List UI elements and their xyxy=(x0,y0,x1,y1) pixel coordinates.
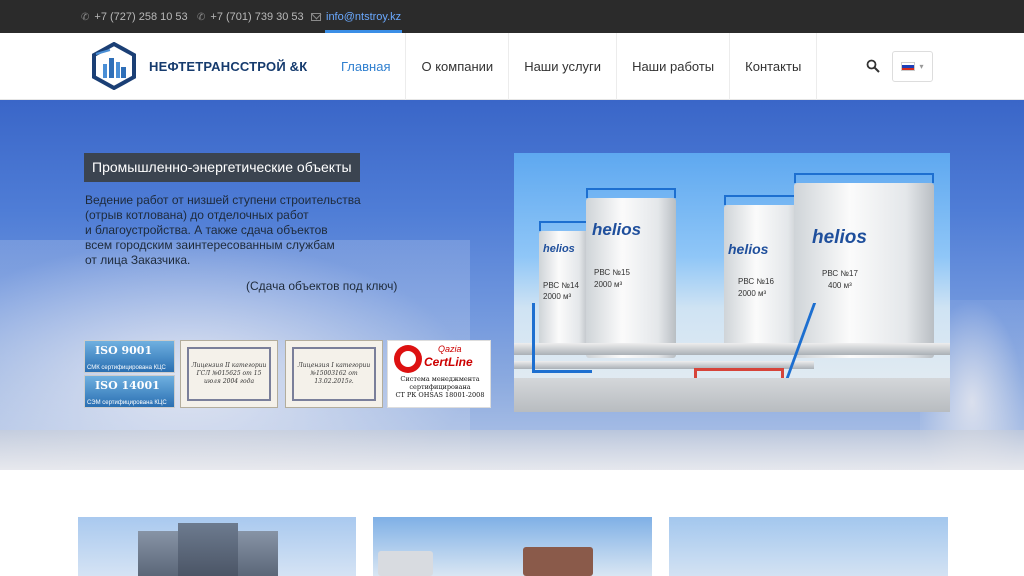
iso-9001-label: ISO 9001 xyxy=(95,344,153,357)
hero-section: Промышленно-энергетические объекты Веден… xyxy=(0,100,1024,470)
tank-14-brand: helios xyxy=(543,243,575,255)
brand-name[interactable]: НЕФТЕТРАНССТРОЙ &К xyxy=(149,59,307,74)
top-bar: ✆ +7 (727) 258 10 53 ✆ +7 (701) 739 30 5… xyxy=(0,0,1024,33)
nav-contacts[interactable]: Контакты xyxy=(729,33,818,100)
iso-9001-caption: СМК сертифицирована КЦС xyxy=(87,365,166,371)
license-2-line: №15003162 от 13.02.2015г. xyxy=(310,370,358,385)
license-1-line: Лицензия II категории xyxy=(191,362,267,369)
phone2-text: +7 (701) 739 30 53 xyxy=(210,11,304,23)
company-logo[interactable] xyxy=(90,42,138,90)
nav-about[interactable]: О компании xyxy=(405,33,508,100)
certline-line: Система менеджмента xyxy=(400,375,480,383)
phone1-link[interactable]: ✆ +7 (727) 258 10 53 xyxy=(81,11,188,23)
hero-desc-line: всем городским заинтересованным службам xyxy=(85,238,335,252)
tank-14-volume: 2000 м³ xyxy=(543,292,572,301)
tank-15-brand: helios xyxy=(592,220,642,239)
tank-image xyxy=(523,547,593,576)
hero-bg-decoration xyxy=(0,430,1024,470)
certline-line: сертифицирована xyxy=(409,383,471,391)
work-card-sky[interactable] xyxy=(669,517,948,576)
search-icon[interactable] xyxy=(866,59,880,73)
nav-services[interactable]: Наши услуги xyxy=(508,33,616,100)
envelope-icon xyxy=(311,13,321,21)
oil-tanks-photo: helios РВС №14 2000 м³ helios РВС №15 20… xyxy=(514,153,950,412)
works-preview-row xyxy=(0,517,1024,576)
certline-certificate[interactable]: Qazia CertLine Система менеджмента серти… xyxy=(387,340,491,408)
tank-14-label: РВС №14 xyxy=(543,281,579,290)
hero-desc-line: от лица Заказчика. xyxy=(85,253,191,267)
certline-line: СТ РК OHSAS 18001-2008 xyxy=(395,391,485,399)
hero-desc-line: (отрыв котлована) до отделочных работ xyxy=(85,208,309,222)
certline-top: Qazia xyxy=(438,344,462,354)
license-1-line: ГСЛ №015625 от 15 xyxy=(196,370,262,377)
certline-logo-icon xyxy=(394,345,422,373)
tank-17-label: РВС №17 xyxy=(822,269,858,278)
chevron-down-icon: ▾ xyxy=(919,62,924,71)
tank-15-volume: 2000 м³ xyxy=(594,280,623,289)
main-nav: Главная О компании Наши услуги Наши рабо… xyxy=(326,33,818,100)
tank-15: helios РВС №15 2000 м³ xyxy=(586,188,676,358)
tank-17-brand: helios xyxy=(812,227,867,248)
tank-16-label: РВС №16 xyxy=(738,277,774,286)
russian-flag-icon xyxy=(901,62,916,71)
tank-16-brand: helios xyxy=(728,241,769,257)
hero-desc-line: и благоустройства. А также сдача объекто… xyxy=(85,223,328,237)
iso-certificates[interactable]: ISO 9001 СМК сертифицирована КЦС ISO 140… xyxy=(84,340,175,408)
hero-description: Ведение работ от низшей ступени строител… xyxy=(85,193,395,268)
nav-home[interactable]: Главная xyxy=(326,33,405,100)
iso-9001-badge: ISO 9001 СМК сертифицирована КЦС xyxy=(84,340,175,373)
certline-text: Система менеджмента сертифицирована СТ Р… xyxy=(388,375,492,399)
tank-15-label: РВС №15 xyxy=(594,268,630,277)
email-link[interactable]: info@ntstroy.kz xyxy=(311,11,401,23)
phone2-link[interactable]: ✆ +7 (701) 739 30 53 xyxy=(197,11,304,23)
phone-icon: ✆ xyxy=(197,11,206,23)
license-1-line: июля 2004 года xyxy=(203,378,255,385)
language-selector[interactable]: ▾ xyxy=(892,51,933,82)
license-certificate-1[interactable]: Лицензия II категории ГСЛ №015625 от 15 … xyxy=(180,340,278,408)
work-card-building[interactable] xyxy=(78,517,356,576)
email-text: info@ntstroy.kz xyxy=(326,11,402,23)
building-image xyxy=(178,523,238,576)
tank-image xyxy=(378,551,433,576)
license-certificate-2[interactable]: Лицензия I категории №15003162 от 13.02.… xyxy=(285,340,383,408)
hero-desc-line: Ведение работ от низшей ступени строител… xyxy=(85,193,361,207)
tank-16: helios РВС №16 2000 м³ xyxy=(724,195,804,355)
iso-14001-badge: ISO 14001 СЭМ сертифицирована КЦС xyxy=(84,375,175,408)
site-header: НЕФТЕТРАНССТРОЙ &К Главная О компании На… xyxy=(0,33,1024,100)
blue-stairs xyxy=(532,303,592,373)
tank-16-volume: 2000 м³ xyxy=(738,289,767,298)
iso-14001-caption: СЭМ сертифицирована КЦС xyxy=(87,400,167,406)
license-2-text: Лицензия I категории №15003162 от 13.02.… xyxy=(292,347,376,401)
license-1-text: Лицензия II категории ГСЛ №015625 от 15 … xyxy=(187,347,271,401)
nav-works[interactable]: Наши работы xyxy=(616,33,729,100)
license-2-line: Лицензия I категории xyxy=(297,362,371,369)
ground xyxy=(514,378,950,412)
iso-14001-label: ISO 14001 xyxy=(95,379,160,392)
hero-subtitle: (Сдача объектов под ключ) xyxy=(246,279,398,293)
work-card-tanks[interactable] xyxy=(373,517,652,576)
hero-title: Промышленно-энергетические объекты xyxy=(84,153,360,182)
phone1-text: +7 (727) 258 10 53 xyxy=(94,11,188,23)
phone-icon: ✆ xyxy=(81,11,90,23)
certline-name: CertLine xyxy=(424,355,473,369)
tank-17-volume: 400 м³ xyxy=(828,281,852,290)
